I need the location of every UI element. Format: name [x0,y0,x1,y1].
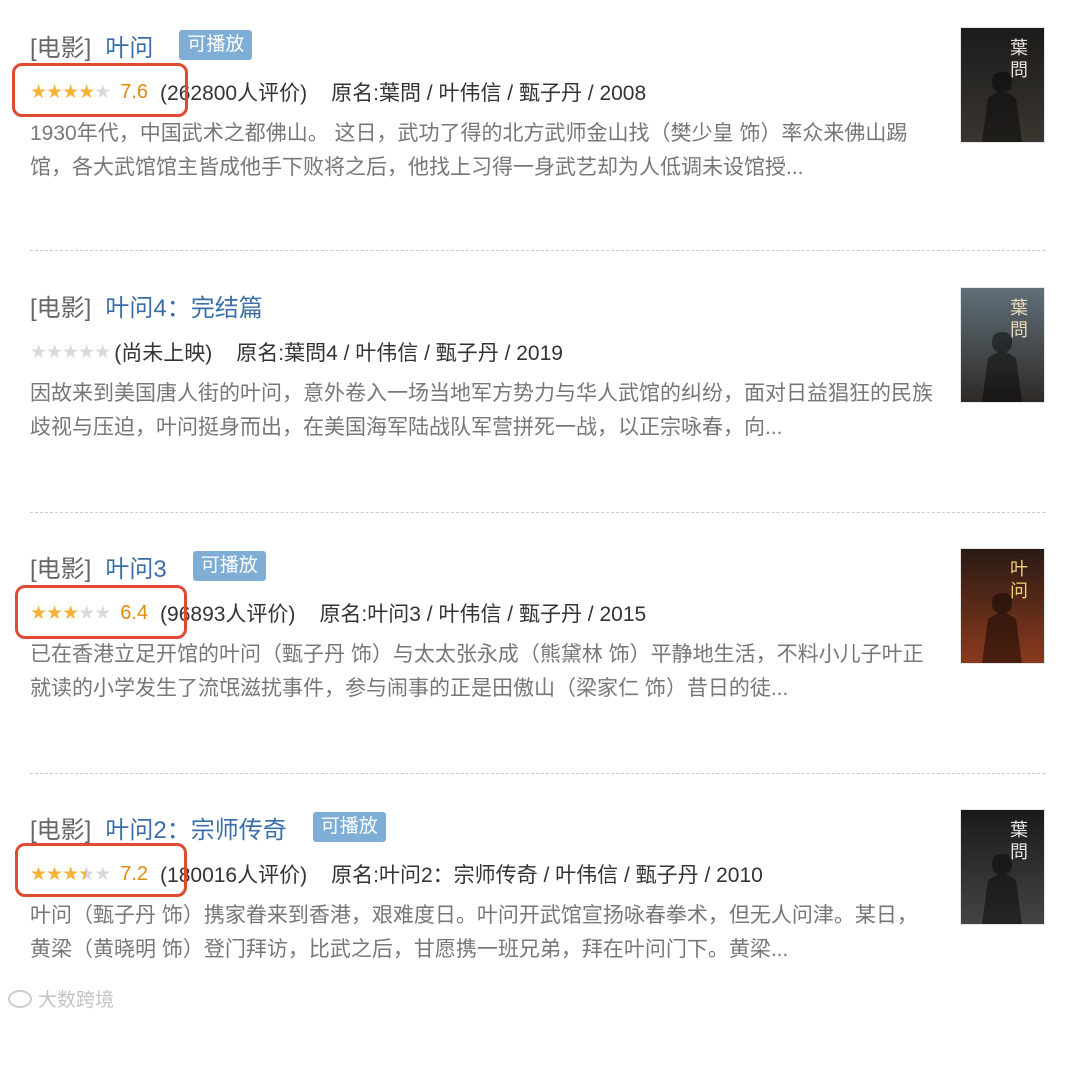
category-label: [电影] [30,294,92,322]
movie-poster[interactable]: 葉問 [960,809,1045,925]
movie-poster[interactable]: 葉問 [960,27,1045,143]
result-divider [30,773,1045,774]
movie-description: 叶问（甄子丹 饰）携家眷来到香港，艰难度日。叶问开武馆宣扬咏春拳术，但无人问津。… [30,904,918,961]
rating-highlight-box [15,585,187,639]
movie-poster[interactable]: 叶问 [960,548,1045,664]
star-icon: ★ [30,341,47,363]
poster-art: 葉問 [961,28,1044,142]
movie-meta: 原名:葉問4 / 叶伟信 / 甄子丹 / 2019 [236,342,563,365]
movie-poster[interactable]: 葉問 [960,287,1045,403]
poster-title-glyph: 問 [1010,60,1028,81]
rating-highlight-box [15,843,187,897]
category-label: [电影] [30,555,92,583]
movie-description: 因故来到美国唐人街的叶问，意外卷入一场当地军方势力与华人武馆的纠纷，面对日益猖狂… [30,382,933,439]
rating-count: (尚未上映) [114,342,213,365]
poster-title-glyph: 葉 [1010,820,1028,841]
result-title-line: [电影] 叶问2：宗师传奇 可播放 [30,807,935,847]
result-info: [电影] 叶问3 可播放 ★ ★ ★ ★ ★ 6.4 (96893人评价) 原名:叶问3… [30,546,935,700]
watermark: 大数跨境 [8,985,114,1012]
poster-art: 叶问 [961,549,1044,663]
movie-title-link[interactable]: 叶问2：宗师传奇 [105,810,286,845]
star-icon: ★ [94,341,111,363]
movie-title-link[interactable]: 叶问 [105,28,153,63]
rating-stars: ★ ★ ★ ★ ★ [30,341,111,364]
playable-badge[interactable]: 可播放 [312,812,386,842]
poster-title-glyph: 問 [1010,320,1028,341]
movie-title-link[interactable]: 叶问4：完结篇 [105,288,262,323]
poster-title-glyph: 葉 [1010,298,1028,319]
star-icon: ★ [46,341,63,363]
search-result: [电影] 叶问4：完结篇 ★ ★ ★ ★ ★ (尚未上映) 原名:葉問4 / 叶伟信 /… [30,285,1045,546]
watermark-text: 大数跨境 [38,990,115,1011]
rating-highlight-box [12,63,188,117]
poster-title-glyph: 问 [1010,581,1028,602]
result-divider [30,250,1045,251]
playable-badge[interactable]: 可播放 [179,30,253,60]
poster-title-glyph: 問 [1010,842,1028,863]
poster-art: 葉問 [961,810,1044,924]
playable-badge[interactable]: 可播放 [192,551,266,581]
movie-description: 已在香港立足开馆的叶问（甄子丹 饰）与太太张永成（熊黛林 饰）平静地生活，不料小… [30,643,924,700]
result-info: [电影] 叶问 可播放 ★ ★ ★ ★ ★ 7.6 (262800人评价) 原名:葉問 … [30,25,935,179]
result-info: [电影] 叶问2：宗师传奇 可播放 ★ ★ ★ ★ ★ 7.2 (180016人评价) … [30,807,935,961]
category-label: [电影] [30,34,92,62]
rating-line: ★ ★ ★ ★ ★ (尚未上映) 原名:葉問4 / 叶伟信 / 甄子丹 / 2019 [30,338,563,366]
star-icon: ★ [78,341,95,363]
movie-meta: 原名:叶问2：宗师传奇 / 叶伟信 / 甄子丹 / 2010 [331,864,763,887]
movie-title-link[interactable]: 叶问3 [105,549,166,584]
search-result: [电影] 叶问3 可播放 ★ ★ ★ ★ ★ 6.4 (96893人评价) 原名:叶问3… [30,546,1045,807]
result-title-line: [电影] 叶问 可播放 [30,25,935,65]
poster-title-glyph: 葉 [1010,38,1028,59]
category-label: [电影] [30,816,92,844]
watermark-logo-icon [8,989,32,1008]
star-icon: ★ [62,341,79,363]
movie-description: 1930年代，中国武术之都佛山。 这日，武功了得的北方武师金山找（樊少皇 饰）率… [30,122,908,179]
result-title-line: [电影] 叶问3 可播放 [30,546,935,586]
poster-art: 葉問 [961,288,1044,402]
movie-meta: 原名:叶问3 / 叶伟信 / 甄子丹 / 2015 [319,603,647,626]
result-divider [30,512,1045,513]
result-info: [电影] 叶问4：完结篇 ★ ★ ★ ★ ★ (尚未上映) 原名:葉問4 / 叶伟信 /… [30,285,935,440]
poster-title-glyph: 叶 [1010,559,1028,580]
movie-meta: 原名:葉問 / 叶伟信 / 甄子丹 / 2008 [331,82,647,105]
result-title-line: [电影] 叶问4：完结篇 [30,285,935,325]
